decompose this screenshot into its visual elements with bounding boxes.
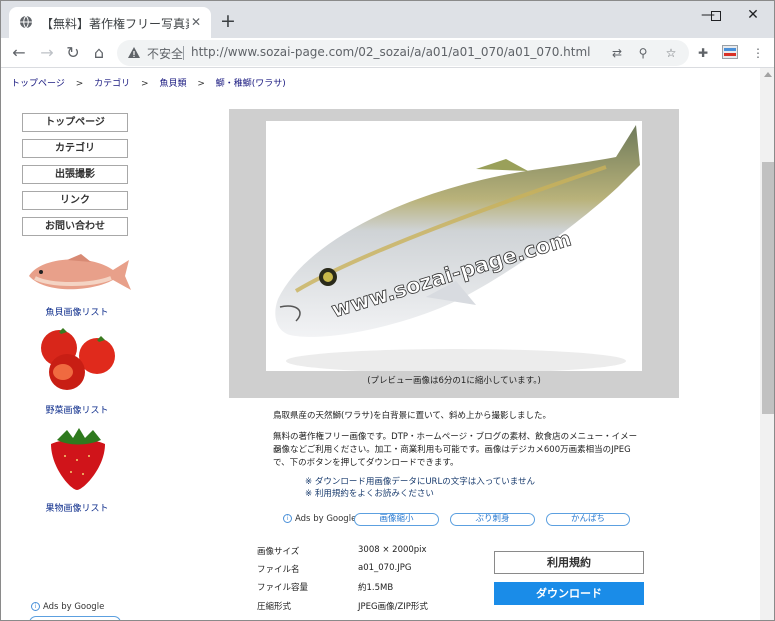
filename-value: a01_070.JPG	[358, 563, 412, 573]
filename-label: ファイル名	[257, 565, 300, 575]
side-ads-label: i Ads by Google	[31, 602, 104, 612]
ad-link-resize[interactable]: 画像縮小	[354, 513, 439, 526]
side-menu-photoshoot[interactable]: 出張撮影	[22, 165, 128, 184]
side-menu-link[interactable]: リンク	[22, 191, 128, 210]
breadcrumb-separator: >	[141, 79, 149, 89]
scroll-up-icon[interactable]	[764, 72, 772, 77]
format-label: 圧縮形式	[257, 602, 292, 612]
breadcrumb-separator: >	[197, 79, 205, 89]
profile-icon[interactable]	[722, 45, 738, 61]
side-menu-category[interactable]: カテゴリ	[22, 139, 128, 158]
globe-icon	[20, 15, 32, 29]
translate-icon[interactable]: ⇄	[609, 45, 625, 61]
breadcrumb-item[interactable]: トップページ	[11, 76, 65, 89]
page-viewport: トップページ > カテゴリ > 魚貝類 > 鰤・稚鰤(ワラサ) トップページ カ…	[1, 68, 760, 620]
fruit-list-link[interactable]: 果物画像リスト	[17, 501, 137, 514]
menu-icon[interactable]: ⋮	[750, 45, 766, 61]
new-tab-icon[interactable]: +	[219, 12, 237, 31]
ads-text: Ads by Google	[295, 514, 357, 524]
fish-photo: www.sozai-page.com	[275, 125, 640, 371]
side-menu-contact[interactable]: お問い合わせ	[22, 217, 128, 236]
format-value: JPEG画像/ZIP形式	[358, 602, 428, 612]
zoom-icon[interactable]: ⚲	[635, 45, 651, 61]
reload-icon[interactable]: ↻	[63, 43, 83, 63]
download-button[interactable]: ダウンロード	[494, 582, 644, 605]
fish-list-link[interactable]: 魚貝画像リスト	[17, 305, 137, 318]
star-icon[interactable]: ☆	[663, 45, 679, 61]
note-terms: ※ 利用規約をよくお読みください	[305, 489, 434, 499]
fish-thumbnail[interactable]	[21, 248, 133, 298]
filesize-label: ファイル容量	[257, 583, 309, 593]
breadcrumb: トップページ > カテゴリ > 魚貝類 > 鰤・稚鰤(ワラサ)	[11, 76, 294, 89]
tab-title: 【無料】著作権フリー写真素材	[41, 17, 189, 31]
breadcrumb-separator: >	[75, 79, 84, 89]
toolbar: ← → ↻ ⌂ 不安全 http://www.sozai-page.com/02…	[1, 38, 774, 68]
scrollbar[interactable]	[760, 68, 774, 620]
forward-icon[interactable]: →	[37, 43, 57, 63]
terms-button[interactable]: 利用規約	[494, 551, 644, 574]
active-tab[interactable]: 【無料】著作権フリー写真素材 ✕	[9, 7, 211, 38]
preview-caption: (プレビュー画像は6分の1に縮小しています。)	[367, 376, 541, 386]
ad-link-kanpachi[interactable]: かんぱち	[546, 513, 630, 526]
usage-line-3: で、下のボタンを押してダウンロードできます。	[273, 458, 459, 468]
browser-window: 【無料】著作権フリー写真素材 ✕ + — ✕ ← → ↻ ⌂ 不安全 http:…	[0, 0, 775, 621]
info-icon[interactable]: i	[283, 514, 292, 523]
url-text[interactable]: http://www.sozai-page.com/02_sozai/a/a01…	[191, 45, 591, 59]
tab-close-icon[interactable]: ✕	[189, 15, 203, 29]
breadcrumb-item[interactable]: カテゴリ	[94, 76, 130, 89]
side-ad-link[interactable]	[29, 616, 121, 620]
breadcrumb-item[interactable]: 鰤・稚鰤(ワラサ)	[216, 76, 286, 89]
side-ads-text: Ads by Google	[43, 602, 105, 612]
extensions-icon[interactable]: ✚	[695, 45, 711, 61]
scroll-thumb[interactable]	[762, 162, 774, 414]
vegetable-list-link[interactable]: 野菜画像リスト	[17, 403, 137, 416]
address-bar[interactable]: 不安全 http://www.sozai-page.com/02_sozai/a…	[117, 40, 689, 66]
image-size-label: 画像サイズ	[257, 547, 300, 557]
note-no-url: ※ ダウンロード用画像データにURLの文字は入っていません	[305, 477, 536, 487]
close-window-icon[interactable]: ✕	[730, 1, 774, 31]
filesize-value: 約1.5MB	[358, 583, 394, 593]
image-size-value: 3008 × 2000pix	[358, 545, 427, 555]
insecure-label: 不安全	[147, 47, 184, 61]
photo-description: 鳥取県産の天然鰤(ワラサ)を白背景に置いて、斜め上から撮影しました。	[273, 411, 551, 421]
tab-strip: 【無料】著作権フリー写真素材 ✕ + — ✕	[1, 1, 774, 38]
preview-frame: www.sozai-page.com (プレビュー画像は6分の1に縮小しています…	[229, 109, 679, 398]
ad-link-sashimi[interactable]: ぶり刺身	[450, 513, 535, 526]
ads-label: i Ads by Google	[283, 514, 356, 524]
strawberry-thumbnail[interactable]	[43, 428, 113, 494]
side-menu-top[interactable]: トップページ	[22, 113, 128, 132]
warning-icon	[128, 47, 140, 58]
home-icon[interactable]: ⌂	[89, 43, 109, 63]
preview-image: www.sozai-page.com	[266, 121, 642, 371]
tomato-thumbnail[interactable]	[33, 326, 121, 392]
usage-line-2: 画像などご利用ください。加工・商業利用も可能です。画像はデジカメ600万画素相当…	[273, 445, 631, 455]
info-icon[interactable]: i	[31, 602, 40, 611]
back-icon[interactable]: ←	[9, 43, 29, 63]
breadcrumb-item[interactable]: 魚貝類	[159, 76, 186, 89]
notes: ※ ダウンロード用画像データにURLの文字は入っていません ※ 利用規約をよくお…	[305, 476, 535, 500]
separator	[183, 46, 184, 60]
